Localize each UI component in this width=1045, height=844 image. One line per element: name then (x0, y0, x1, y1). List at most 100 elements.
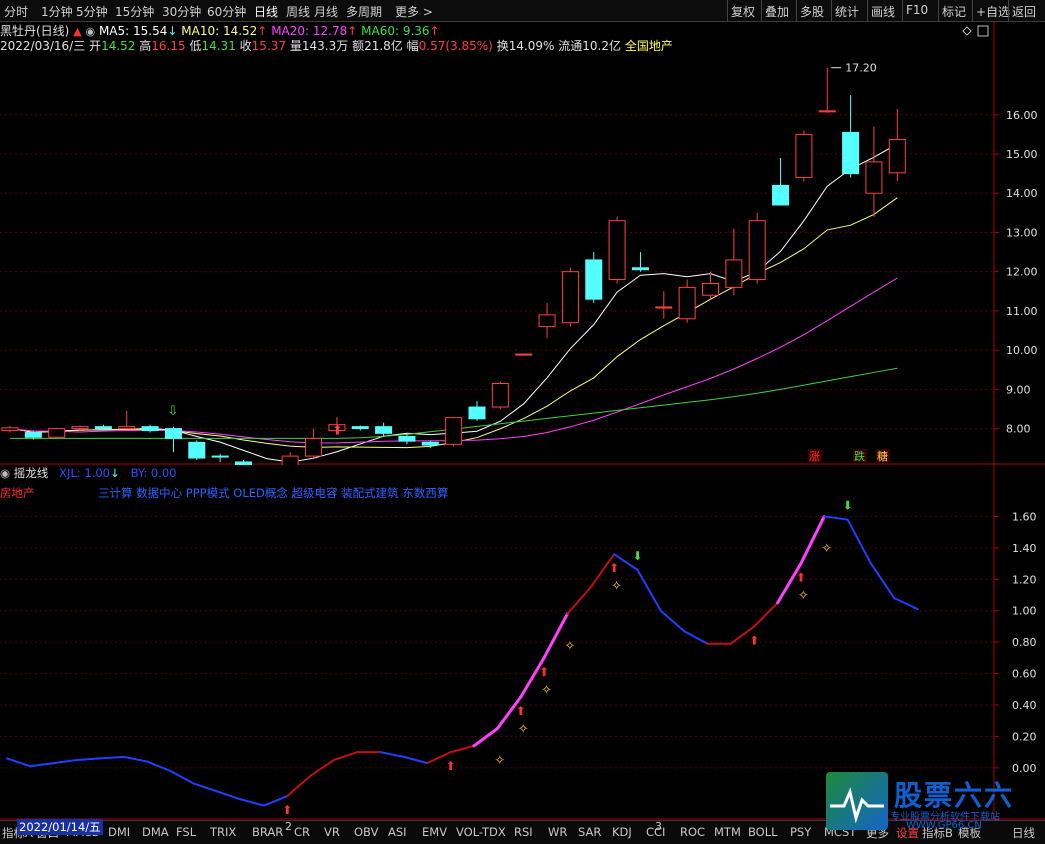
indicator-tab[interactable]: PSY (790, 825, 811, 839)
candle-body (608, 220, 626, 281)
up-signal-icon: ⬆ (282, 803, 292, 817)
diamond-icon (962, 26, 972, 36)
indicator-segment (659, 609, 686, 633)
indicator-tab[interactable]: DMI (108, 825, 130, 839)
period-tab[interactable]: 多周期 (346, 3, 382, 20)
candle-body (865, 161, 883, 194)
candle-body (305, 437, 323, 457)
candle-body (188, 441, 206, 459)
period-tab[interactable]: 60分钟 (207, 3, 246, 20)
indicator-tab[interactable]: MTM (714, 825, 741, 839)
y-tick-label: 1.20 (1012, 573, 1037, 586)
indicator-segment (636, 568, 662, 612)
indicator-tab[interactable]: BRAR (252, 825, 283, 839)
toolbar-divider (796, 0, 797, 21)
indicator-segment (893, 597, 919, 611)
candle-body (24, 432, 42, 438)
indicator-tab[interactable]: EMV (422, 825, 447, 839)
period-tab[interactable]: 日线 (254, 3, 278, 20)
down-signal-icon: ⬇ (843, 499, 853, 513)
candle-body (491, 383, 509, 408)
indicator-tab[interactable]: KDJ (612, 825, 632, 839)
site-logo: 股票六六 专业股票分析软件下载站 WWW.GP66.CN (826, 772, 1045, 832)
y-tick-label: 0.60 (1012, 668, 1037, 681)
sell-signal-icon: ⬆ (332, 424, 343, 439)
candle-body (398, 435, 416, 442)
indicator-tab[interactable]: FSL (176, 825, 196, 839)
candle-body (351, 426, 369, 430)
window-icon (977, 25, 989, 37)
indicator-segment (566, 586, 592, 615)
period-tab[interactable]: 周线 (286, 3, 310, 20)
candlestick-chart[interactable]: 16.00 15.00 14.00 13.00 12.00 11.00 10.00 9.00 8… (0, 22, 1045, 465)
indicator-tab[interactable]: BOLL (748, 825, 778, 839)
period-tab[interactable]: 30分钟 (162, 3, 201, 20)
toolbar-button[interactable]: 标记 (942, 3, 966, 20)
candle-body (678, 286, 696, 320)
toolbar-button[interactable]: F10 (906, 3, 928, 17)
candle-body (1, 427, 19, 432)
butterfly-icon: ✧ (798, 589, 809, 604)
y-tick-label: 10.00 (1006, 344, 1038, 357)
toolbar-button[interactable]: 复权 (731, 3, 755, 20)
period-tab[interactable]: 月线 (314, 3, 338, 20)
indicator-tab[interactable]: DMA (142, 825, 169, 839)
toolbar-button[interactable]: +自选 (976, 3, 1010, 20)
toolbar-button[interactable]: 多股 (800, 3, 824, 20)
period-tab[interactable]: 分时 (4, 3, 28, 20)
indicator-segment (846, 518, 872, 565)
butterfly-icon: ✧ (494, 754, 505, 769)
period-tab[interactable]: 更多 > (395, 3, 433, 20)
candle-body (515, 353, 533, 356)
indicator-tab[interactable]: WR (548, 825, 567, 839)
toolbar-button[interactable]: 返回 (1012, 3, 1036, 20)
toolbar-button[interactable]: 画线 (871, 3, 895, 20)
up-signal-icon: ⬆ (796, 571, 806, 585)
indicator-tab[interactable]: VOL-TDX (456, 825, 506, 839)
indicator-tab[interactable]: RSI (514, 825, 533, 839)
indicator-segment (169, 770, 195, 785)
candle-body (748, 220, 766, 281)
indicator-segment (99, 755, 125, 760)
month-label: 3 (655, 820, 662, 833)
indicator-segment (52, 759, 79, 765)
indicator-tab[interactable]: SAR (578, 825, 601, 839)
y-tick-label: 9.00 (1006, 383, 1031, 396)
indicator-tab[interactable]: TRIX (210, 825, 236, 839)
up-signal-icon: ⬆ (446, 759, 456, 773)
indicator-tab[interactable]: VR (324, 825, 340, 839)
candle-body (631, 267, 649, 271)
y-tick-label: 1.00 (1012, 605, 1037, 618)
indicator-tab[interactable]: ASI (388, 825, 407, 839)
indicator-segment (146, 760, 172, 772)
indicator-chart[interactable]: 1.601.401.201.000.800.600.400.200.00⬆⬆⬆⬆… (0, 465, 1045, 820)
period-toolbar: 分时 1分钟 5分钟 15分钟 30分钟 60分钟 日线 周线 月线 多周期 更多 > 复权 叠加 多股… (0, 0, 1045, 22)
indicator-tab[interactable]: ROC (680, 825, 705, 839)
period-tab[interactable]: 5分钟 (76, 3, 108, 20)
signal-tag: 跌 (854, 449, 865, 463)
candle-body (795, 133, 813, 179)
indicator-segment (239, 798, 265, 807)
indicator-tab[interactable]: OBV (354, 825, 378, 839)
butterfly-icon: ✧ (564, 639, 575, 654)
toolbar-button[interactable]: 统计 (835, 3, 859, 20)
candle-body (94, 426, 112, 430)
indicator-tab[interactable]: CR (294, 825, 310, 839)
toolbar-divider (761, 0, 762, 21)
up-signal-icon: ⬆ (539, 665, 549, 679)
indicator-segment (122, 755, 149, 763)
y-tick-label: 12.00 (1006, 266, 1038, 279)
logo-url: WWW.GP66.CN (906, 820, 982, 831)
indicator-segment (869, 562, 896, 600)
toolbar-button[interactable]: 叠加 (765, 3, 789, 20)
candle-body (561, 271, 579, 324)
period-tab[interactable]: 15分钟 (115, 3, 154, 20)
signal-tag: 糖 (877, 449, 888, 463)
candle-body (818, 110, 836, 113)
candle-body (725, 259, 743, 288)
month-label: 2 (285, 820, 292, 833)
period-tab[interactable]: 1分钟 (41, 3, 73, 20)
candle-body (655, 306, 673, 309)
up-signal-icon: ⬆ (749, 633, 759, 647)
y-tick-label: 15.00 (1006, 148, 1038, 161)
